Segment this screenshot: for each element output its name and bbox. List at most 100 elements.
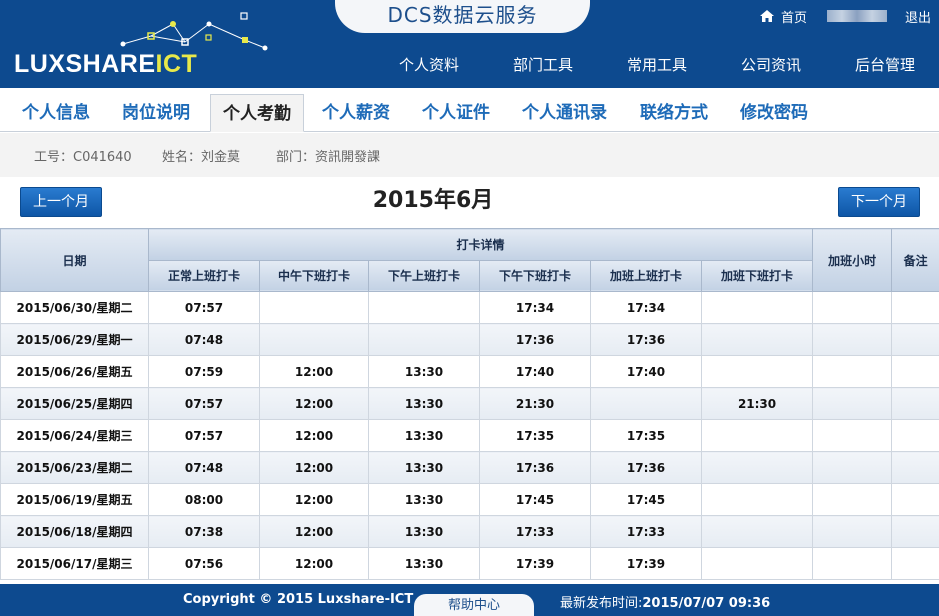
table-cell: 07:48 [148,323,260,356]
user-name-blurred [826,10,887,22]
table-cell [891,483,939,516]
table-cell: 12:00 [259,547,369,580]
header-note: 备注 [891,228,939,292]
table-cell: 2015/06/24/星期三 [0,419,149,452]
table-cell [700,355,814,388]
table-cell [891,291,939,324]
table-row: 2015/06/19/星期五 08:00 12:00 13:30 17:45 17:45 [0,483,939,516]
table-cell: 17:39 [479,547,591,580]
header-noon-out: 中午下班打卡 [259,259,369,292]
nav-item-company-news[interactable]: 公司资讯 [714,54,828,76]
header-afternoon-in: 下午上班打卡 [368,259,480,292]
copyright-text: Copyright © 2015 Luxshare-ICT [183,592,414,607]
top-right-links: 首页 退出 [759,6,931,26]
table-cell: 13:30 [368,387,480,420]
employee-name: 姓名：刘金莫 [162,150,241,165]
sub-nav-tabs: 个人信息 岗位说明 个人考勤 个人薪资 个人证件 个人通讯录 联络方式 修改密码 [0,88,939,132]
employee-id: 工号：C041640 [34,150,132,165]
tab-change-password[interactable]: 修改密码 [728,94,820,132]
table-cell: 13:30 [368,547,480,580]
table-cell [891,419,939,452]
table-cell: 2015/06/17/星期三 [0,547,149,580]
table-cell: 12:00 [259,451,369,484]
header-afternoon-out: 下午下班打卡 [479,259,591,292]
table-cell: 17:35 [590,419,702,452]
table-cell: 17:34 [479,291,591,324]
nav-item-admin[interactable]: 后台管理 [828,54,939,76]
main-nav: 个人资料 部门工具 常用工具 公司资讯 后台管理 [372,54,939,76]
employee-department: 部门：资訊開發課 [276,150,381,165]
table-row: 2015/06/26/星期五 07:59 12:00 13:30 17:40 17:40 [0,355,939,388]
table-cell [891,355,939,388]
next-month-button[interactable]: 下一个月 [838,187,920,217]
site-title: DCS数据云服务 [387,3,538,27]
table-row: 2015/06/30/星期二 07:57 17:34 17:34 [0,291,939,324]
tab-address-book[interactable]: 个人通讯录 [510,94,619,132]
table-row: 2015/06/18/星期四 07:38 12:00 13:30 17:33 17:33 [0,515,939,548]
table-cell [812,419,893,452]
table-cell [891,515,939,548]
footer-bar: Copyright © 2015 Luxshare-ICT 帮助中心 最新发布时… [0,584,939,616]
table-cell: 12:00 [259,355,369,388]
table-cell: 07:56 [148,547,260,580]
table-cell: 17:36 [590,323,702,356]
home-icon[interactable] [759,9,775,23]
table-cell: 13:30 [368,483,480,516]
tab-attendance[interactable]: 个人考勤 [210,94,304,132]
table-cell: 12:00 [259,419,369,452]
table-cell: 2015/06/23/星期二 [0,451,149,484]
nav-item-dept-tools[interactable]: 部门工具 [486,54,600,76]
table-cell [368,323,480,356]
header-normal-in: 正常上班打卡 [148,259,260,292]
table-row: 2015/06/24/星期三 07:57 12:00 13:30 17:35 17:35 [0,419,939,452]
table-row: 2015/06/25/星期四 07:57 12:00 13:30 21:30 21:30 [0,387,939,420]
table-cell: 21:30 [700,387,814,420]
table-cell: 07:57 [148,291,260,324]
header-date: 日期 [0,228,149,292]
table-cell [700,515,814,548]
table-cell [700,547,814,580]
table-cell [700,419,814,452]
table-cell: 17:33 [590,515,702,548]
table-cell [812,323,893,356]
attendance-rows: 2015/06/30/星期二 07:57 17:34 17:34 2015/06/29/… [0,291,939,580]
table-cell: 2015/06/25/星期四 [0,387,149,420]
table-cell: 07:57 [148,419,260,452]
nav-item-common-tools[interactable]: 常用工具 [600,54,714,76]
table-cell: 08:00 [148,483,260,516]
help-center-link[interactable]: 帮助中心 [414,594,534,616]
table-cell [891,547,939,580]
table-cell: 12:00 [259,387,369,420]
tab-certificates[interactable]: 个人证件 [410,94,502,132]
tab-salary[interactable]: 个人薪资 [310,94,402,132]
tab-job-description[interactable]: 岗位说明 [110,94,202,132]
header-bar: LUXSHAREICT DCS数据云服务 首页 退出 个人资料 部门工具 常用工… [0,0,939,88]
table-cell: 17:45 [479,483,591,516]
table-cell: 17:45 [590,483,702,516]
table-cell: 13:30 [368,515,480,548]
logout-link[interactable]: 退出 [905,7,931,26]
table-cell: 17:40 [590,355,702,388]
table-cell [368,291,480,324]
table-cell: 17:35 [479,419,591,452]
table-cell: 2015/06/26/星期五 [0,355,149,388]
home-link[interactable]: 首页 [781,7,807,26]
table-cell: 17:36 [479,451,591,484]
header-overtime-in: 加班上班打卡 [590,259,702,292]
table-cell: 13:30 [368,419,480,452]
company-logo[interactable]: LUXSHAREICT [14,50,197,79]
header-overtime-out: 加班下班打卡 [700,259,814,292]
table-cell: 2015/06/30/星期二 [0,291,149,324]
header-punch-details: 打卡详情 [147,228,814,261]
table-cell [891,323,939,356]
nav-item-profile[interactable]: 个人资料 [372,54,486,76]
table-cell: 07:59 [148,355,260,388]
table-cell: 2015/06/29/星期一 [0,323,149,356]
table-cell [891,387,939,420]
table-cell: 17:40 [479,355,591,388]
tab-personal-info[interactable]: 个人信息 [10,94,102,132]
table-cell [259,323,369,356]
table-cell: 07:57 [148,387,260,420]
table-cell [812,451,893,484]
tab-contact[interactable]: 联络方式 [628,94,720,132]
